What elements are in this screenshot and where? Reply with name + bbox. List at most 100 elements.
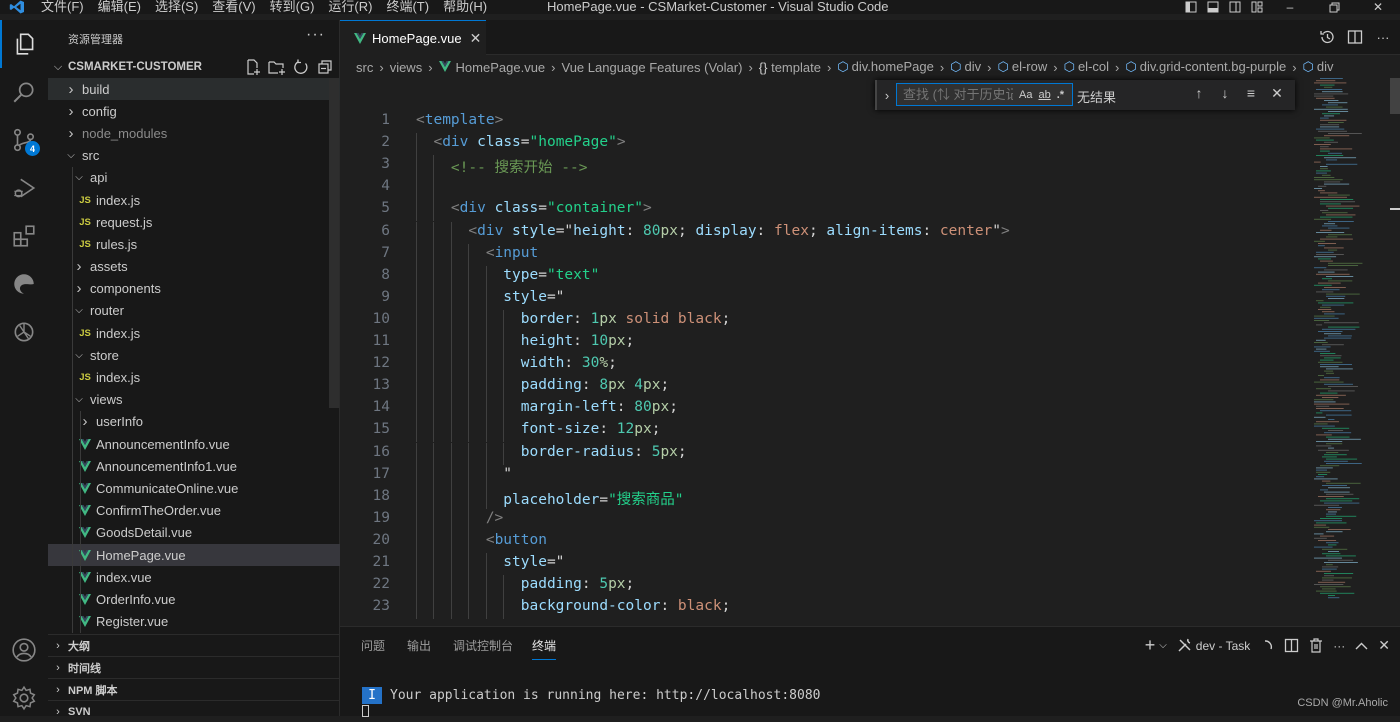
toggle-replace-icon[interactable]: › [875, 80, 897, 110]
tab-debug-console[interactable]: 调试控制台 [453, 637, 513, 654]
source-control-icon[interactable]: 4 [0, 116, 48, 164]
sidebar-scrollbar[interactable] [329, 78, 339, 408]
tree-item[interactable]: ⌵ src [48, 145, 340, 167]
previous-match-icon[interactable]: ↑ [1191, 85, 1207, 102]
tree-item[interactable]: › node_modules [48, 122, 340, 144]
close-tab-icon[interactable]: ✕ [470, 30, 482, 47]
find-input-box[interactable]: Aa ab .* [896, 83, 1073, 106]
tree-item[interactable]: AnnouncementInfo1.vue [48, 455, 340, 477]
breadcrumb-item[interactable]: ⬡ div [950, 59, 981, 75]
menu-help[interactable]: 帮助(H) [436, 0, 494, 14]
menu-go[interactable]: 转到(G) [263, 0, 322, 14]
next-match-icon[interactable]: ↓ [1217, 85, 1233, 102]
whole-word-toggle[interactable]: ab [1038, 89, 1050, 101]
terminal-dropdown-icon[interactable]: ⌵ [1159, 640, 1167, 651]
menu-selection[interactable]: 选择(S) [148, 0, 205, 14]
tab-problems[interactable]: 问题 [361, 637, 385, 654]
breadcrumb-item[interactable]: ⬡ div.grid-content.bg-purple [1125, 59, 1286, 75]
menu-view[interactable]: 查看(V) [205, 0, 262, 14]
new-terminal-icon[interactable]: + [1145, 635, 1156, 656]
extensions-icon[interactable] [0, 212, 48, 260]
new-folder-icon[interactable] [268, 58, 286, 76]
refresh-icon[interactable] [292, 58, 310, 76]
tree-item[interactable]: GoodsDetail.vue [48, 522, 340, 544]
close-window-button[interactable]: ✕ [1356, 0, 1400, 14]
tree-item[interactable]: CommunicateOnline.vue [48, 477, 340, 499]
find-input[interactable] [903, 87, 1013, 102]
editor-scrollbar[interactable] [1390, 78, 1400, 626]
breadcrumb-item[interactable]: ⬡ div.homePage [837, 59, 934, 75]
tree-item[interactable]: Register.vue [48, 611, 340, 633]
tree-item[interactable]: JS index.js [48, 366, 340, 388]
tree-item[interactable]: ⌵ router [48, 300, 340, 322]
minimize-button[interactable]: – [1268, 0, 1312, 14]
breadcrumb-item[interactable]: HomePage.vue [438, 60, 545, 75]
timeline-panel-header[interactable]: › 时间线 [48, 656, 340, 678]
customize-layout-icon[interactable] [1246, 1, 1268, 13]
menu-file[interactable]: 文件(F) [34, 0, 91, 14]
terminal-task-selector[interactable]: dev - Task [1196, 639, 1250, 653]
tree-item[interactable]: ⌵ views [48, 389, 340, 411]
tree-item[interactable]: JS request.js [48, 211, 340, 233]
match-case-toggle[interactable]: Aa [1019, 89, 1032, 101]
npm-scripts-panel-header[interactable]: › NPM 脚本 [48, 678, 340, 700]
tab-output[interactable]: 输出 [407, 637, 431, 654]
more-editor-actions-icon[interactable]: ··· [1374, 28, 1392, 46]
tree-item[interactable]: ⌵ api [48, 167, 340, 189]
breadcrumb-item[interactable]: src [356, 60, 373, 75]
tree-item[interactable]: › components [48, 278, 340, 300]
scrollbar-thumb[interactable] [1390, 78, 1400, 114]
toggle-panel-icon[interactable] [1202, 1, 1224, 13]
tree-item[interactable]: HomePage.vue [48, 543, 340, 567]
tab-terminal[interactable]: 终端 [532, 637, 557, 660]
tree-item[interactable]: › userInfo [48, 411, 340, 433]
run-debug-icon[interactable] [0, 164, 48, 212]
toggle-primary-sidebar-icon[interactable] [1180, 1, 1202, 13]
breadcrumb-item[interactable]: {} template [759, 60, 821, 75]
outline-panel-header[interactable]: › 大纲 [48, 634, 340, 656]
breadcrumb-item[interactable]: views [390, 60, 423, 75]
tree-item[interactable]: › build [48, 78, 340, 101]
chatgpt-icon[interactable] [0, 308, 48, 356]
tree-item[interactable]: index.vue [48, 566, 340, 588]
menu-edit[interactable]: 编辑(E) [91, 0, 148, 14]
toggle-secondary-sidebar-icon[interactable] [1224, 1, 1246, 13]
collapse-all-icon[interactable] [316, 58, 334, 76]
find-in-selection-icon[interactable]: ≡ [1243, 85, 1259, 102]
split-editor-icon[interactable] [1346, 28, 1364, 46]
new-file-icon[interactable] [244, 58, 262, 76]
tree-item[interactable]: OrderInfo.vue [48, 588, 340, 610]
tree-item[interactable]: JS index.js [48, 322, 340, 344]
tree-item[interactable]: AnnouncementInfo.vue [48, 433, 340, 455]
project-header[interactable]: ⌵ CSMARKET-CUSTOMER [48, 56, 340, 78]
breadcrumb-item[interactable]: Vue Language Features (Volar) [562, 60, 743, 75]
close-panel-icon[interactable]: ✕ [1378, 637, 1390, 654]
menu-terminal[interactable]: 终端(T) [379, 0, 436, 14]
tree-item[interactable]: › config [48, 100, 340, 122]
tree-item[interactable]: ConfirmTheOrder.vue [48, 500, 340, 522]
manage-gear-icon[interactable] [0, 674, 48, 722]
tab-homepage-vue[interactable]: HomePage.vue ✕ [340, 20, 486, 56]
search-icon[interactable] [0, 68, 48, 116]
accounts-icon[interactable] [0, 626, 48, 674]
restore-button[interactable] [1312, 2, 1356, 13]
maximize-panel-icon[interactable] [1355, 642, 1368, 650]
tree-item[interactable]: JS rules.js [48, 233, 340, 255]
breadcrumb-item[interactable]: ⬡ el-row [997, 59, 1047, 75]
minimap[interactable] [1310, 78, 1390, 626]
regex-toggle[interactable]: .* [1057, 89, 1064, 101]
code-editor[interactable]: 1 <template> 2 <div class="homePage"> 3 <!-- … [340, 111, 1310, 626]
more-actions-icon[interactable]: ··· [306, 26, 325, 44]
more-panel-actions-icon[interactable]: ··· [1333, 639, 1345, 653]
breadcrumb-item[interactable]: ⬡ div [1303, 59, 1334, 75]
split-terminal-icon[interactable] [1284, 638, 1299, 653]
breadcrumb-item[interactable]: ⬡ el-col [1064, 59, 1109, 75]
close-find-icon[interactable]: ✕ [1269, 85, 1285, 102]
tree-item[interactable]: › assets [48, 256, 340, 278]
menu-run[interactable]: 运行(R) [321, 0, 379, 14]
explorer-icon[interactable] [0, 20, 48, 68]
kill-terminal-trash-icon[interactable] [1309, 638, 1323, 653]
tree-item[interactable]: ⌵ store [48, 344, 340, 366]
svn-panel-header[interactable]: › SVN [48, 700, 340, 722]
tree-item[interactable]: JS index.js [48, 189, 340, 211]
